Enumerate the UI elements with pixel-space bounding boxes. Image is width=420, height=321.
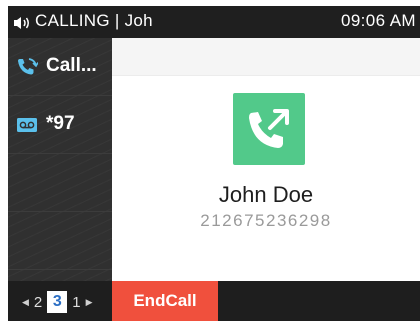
page-current: 3 bbox=[47, 291, 68, 313]
softkey-empty[interactable] bbox=[218, 281, 318, 321]
page-indicator: ◀ 2 3 1 ▶ bbox=[22, 291, 93, 313]
end-call-button[interactable]: EndCall bbox=[112, 281, 218, 321]
voicemail-icon bbox=[16, 115, 38, 135]
status-bar: CALLING | Joh 09:06 AM bbox=[8, 6, 420, 38]
softkey-empty[interactable] bbox=[318, 281, 418, 321]
call-transfer-icon bbox=[16, 57, 39, 77]
sidebar-item-label: Call... bbox=[46, 55, 97, 76]
line-sidebar: Call... *97 bbox=[8, 38, 112, 281]
status-title: CALLING | Joh bbox=[35, 11, 153, 30]
page-next[interactable]: 1 bbox=[72, 294, 80, 311]
sidebar-item-label: *97 bbox=[46, 113, 75, 134]
contact-name: John Doe bbox=[218, 182, 314, 207]
page-prev[interactable]: 2 bbox=[34, 294, 42, 311]
speaker-volume-icon bbox=[13, 15, 33, 31]
contact-number: 212675236298 bbox=[200, 211, 332, 230]
panel-header bbox=[112, 38, 420, 76]
sidebar-item-empty[interactable] bbox=[8, 154, 112, 212]
sidebar-item-voicemail[interactable]: *97 bbox=[8, 96, 112, 154]
phone-screen: CALLING | Joh 09:06 AM Call... *97 John … bbox=[8, 6, 420, 321]
sidebar-item-call[interactable]: Call... bbox=[8, 38, 112, 96]
status-time: 09:06 AM bbox=[340, 11, 416, 30]
call-panel: John Doe 212675236298 bbox=[112, 38, 420, 281]
page-prev-icon[interactable]: ◀ bbox=[22, 297, 29, 308]
outgoing-call-icon bbox=[233, 93, 305, 165]
page-next-icon[interactable]: ▶ bbox=[86, 297, 93, 308]
softkey-bar: ◀ 2 3 1 ▶ EndCall bbox=[8, 281, 420, 321]
sidebar-item-empty[interactable] bbox=[8, 212, 112, 270]
